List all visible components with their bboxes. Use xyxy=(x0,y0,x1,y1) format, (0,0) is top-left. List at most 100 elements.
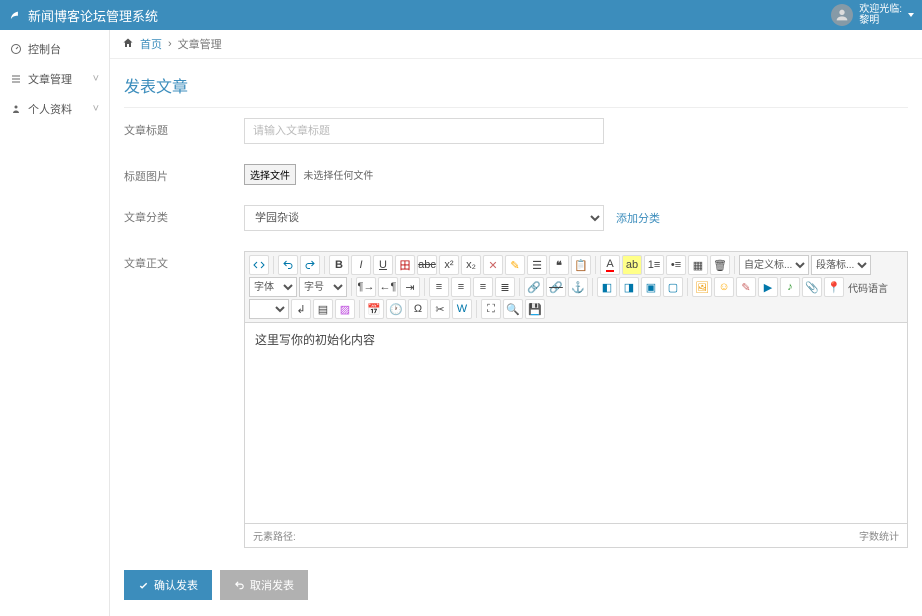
fontsize-select[interactable]: 字号 xyxy=(299,277,347,297)
italic-icon[interactable]: I xyxy=(351,255,371,275)
paragraph-select[interactable]: 段落标... xyxy=(811,255,871,275)
template-icon[interactable]: ▤ xyxy=(313,299,333,319)
selectall-icon[interactable]: ▦ xyxy=(688,255,708,275)
sidebar: 控制台 文章管理 ˅ 个人资料 ˅ xyxy=(0,30,110,616)
alignleft-icon[interactable]: ≡ xyxy=(429,277,449,297)
imgnone-icon[interactable]: ▢ xyxy=(663,277,683,297)
formatmatch-icon[interactable]: ✎ xyxy=(505,255,525,275)
map-icon[interactable]: 📍 xyxy=(824,277,844,297)
welcome-text: 欢迎光临: xyxy=(859,4,902,15)
link-icon[interactable]: 🔗 xyxy=(524,277,544,297)
leaf-icon xyxy=(8,7,22,24)
date-icon[interactable]: 📅 xyxy=(364,299,384,319)
imgright-icon[interactable]: ◨ xyxy=(619,277,639,297)
user-menu[interactable]: 欢迎光临: 黎明 xyxy=(831,4,914,26)
rtl-icon[interactable]: ←¶ xyxy=(378,277,398,297)
removeformat-icon[interactable]: ✕ xyxy=(483,255,503,275)
bold-icon[interactable]: B xyxy=(329,255,349,275)
label-category: 文章分类 xyxy=(124,205,244,225)
sidebar-item-dashboard[interactable]: 控制台 xyxy=(0,34,109,64)
background-icon[interactable]: ▨ xyxy=(335,299,355,319)
brand-text: 新闻博客论坛管理系统 xyxy=(28,6,158,25)
topbar: 新闻博客论坛管理系统 欢迎光临: 黎明 xyxy=(0,0,922,30)
category-select[interactable]: 学园杂谈 xyxy=(244,205,604,231)
anchor-icon[interactable]: ⚓ xyxy=(568,277,588,297)
scrawl-icon[interactable]: ✎ xyxy=(736,277,756,297)
ltr-icon[interactable]: ¶→ xyxy=(356,277,376,297)
sidebar-item-label: 文章管理 xyxy=(28,71,72,87)
choose-file-button[interactable]: 选择文件 xyxy=(244,164,296,185)
add-category-link[interactable]: 添加分类 xyxy=(616,210,660,226)
home-icon xyxy=(122,37,134,52)
breadcrumb-current: 文章管理 xyxy=(178,36,222,52)
attachment-icon[interactable]: 📎 xyxy=(802,277,822,297)
word-count[interactable]: 字数统计 xyxy=(851,524,907,547)
editor-content[interactable]: 这里写你的初始化内容 xyxy=(245,323,907,523)
spechars-icon[interactable]: Ω xyxy=(408,299,428,319)
snapscreen-icon[interactable]: ✂ xyxy=(430,299,450,319)
code-lang-label: 代码语言 xyxy=(846,280,890,295)
cancel-button[interactable]: 取消发表 xyxy=(220,570,308,600)
user-name: 黎明 xyxy=(859,15,879,26)
brand: 新闻博客论坛管理系统 xyxy=(8,6,158,25)
title-input[interactable] xyxy=(244,118,604,144)
music-icon[interactable]: ♪ xyxy=(780,277,800,297)
breadcrumb: 首页 › 文章管理 xyxy=(110,30,922,59)
imgcenter-icon[interactable]: ▣ xyxy=(641,277,661,297)
alignright-icon[interactable]: ≡ xyxy=(473,277,493,297)
drafts-icon[interactable]: 💾 xyxy=(525,299,545,319)
editor-toolbar: B I U 田 abc x² x₂ ✕ ✎ ☰ ❝ 📋 A xyxy=(245,252,907,323)
insertol-icon[interactable]: 1≡ xyxy=(644,255,664,275)
sidebar-item-profile[interactable]: 个人资料 ˅ xyxy=(0,94,109,124)
avatar-icon xyxy=(831,4,853,26)
caret-down-icon xyxy=(908,13,914,17)
strike-icon[interactable]: abc xyxy=(417,255,437,275)
customstyle-select[interactable]: 自定义标... xyxy=(739,255,809,275)
page-title: 发表文章 xyxy=(110,59,922,107)
insertimage-icon[interactable]: 🖼 xyxy=(692,277,712,297)
imgleft-icon[interactable]: ◧ xyxy=(597,277,617,297)
cleardoc-icon[interactable]: 🗑 xyxy=(710,255,730,275)
codelang-select[interactable] xyxy=(249,299,289,319)
fontfamily-select[interactable]: 字体 xyxy=(249,277,297,297)
underline-icon[interactable]: U xyxy=(373,255,393,275)
search-icon[interactable]: 🔍 xyxy=(503,299,523,319)
element-path: 元素路径: xyxy=(245,524,851,547)
unlink-icon[interactable]: 🔗 xyxy=(546,277,566,297)
sidebar-item-articles[interactable]: 文章管理 ˅ xyxy=(0,64,109,94)
file-status: 未选择任何文件 xyxy=(303,171,373,182)
alignjustify-icon[interactable]: ≣ xyxy=(495,277,515,297)
insertul-icon[interactable]: •≡ xyxy=(666,255,686,275)
fontborder-icon[interactable]: 田 xyxy=(395,255,415,275)
wordimage-icon[interactable]: W xyxy=(452,299,472,319)
sidebar-item-label: 个人资料 xyxy=(28,101,72,117)
submit-button[interactable]: 确认发表 xyxy=(124,570,212,600)
sidebar-item-label: 控制台 xyxy=(28,41,61,57)
form-actions: 确认发表 取消发表 xyxy=(110,558,922,616)
subscript-icon[interactable]: x₂ xyxy=(461,255,481,275)
undo-icon[interactable] xyxy=(278,255,298,275)
chevron-down-icon: ˅ xyxy=(93,103,99,115)
time-icon[interactable]: 🕐 xyxy=(386,299,406,319)
breadcrumb-sep: › xyxy=(168,38,172,50)
autotypeset-icon[interactable]: ☰ xyxy=(527,255,547,275)
chevron-down-icon: ˅ xyxy=(93,73,99,85)
indent-icon[interactable]: ⇥ xyxy=(400,277,420,297)
main: 首页 › 文章管理 发表文章 文章标题 标题图片 选择文件 未选择任何文件 文章… xyxy=(110,30,922,616)
pagebreak-icon[interactable]: ↲ xyxy=(291,299,311,319)
breadcrumb-home[interactable]: 首页 xyxy=(140,36,162,52)
source-icon[interactable] xyxy=(249,255,269,275)
label-title: 文章标题 xyxy=(124,118,244,138)
forecolor-icon[interactable]: A xyxy=(600,255,620,275)
blockquote-icon[interactable]: ❝ xyxy=(549,255,569,275)
fullscreen-icon[interactable]: ⛶ xyxy=(481,299,501,319)
video-icon[interactable]: ▶ xyxy=(758,277,778,297)
rich-editor: B I U 田 abc x² x₂ ✕ ✎ ☰ ❝ 📋 A xyxy=(244,251,908,548)
editor-footer: 元素路径: 字数统计 xyxy=(245,523,907,547)
aligncenter-icon[interactable]: ≡ xyxy=(451,277,471,297)
backcolor-icon[interactable]: ab xyxy=(622,255,642,275)
pasteplain-icon[interactable]: 📋 xyxy=(571,255,591,275)
superscript-icon[interactable]: x² xyxy=(439,255,459,275)
emotion-icon[interactable]: ☺ xyxy=(714,277,734,297)
redo-icon[interactable] xyxy=(300,255,320,275)
